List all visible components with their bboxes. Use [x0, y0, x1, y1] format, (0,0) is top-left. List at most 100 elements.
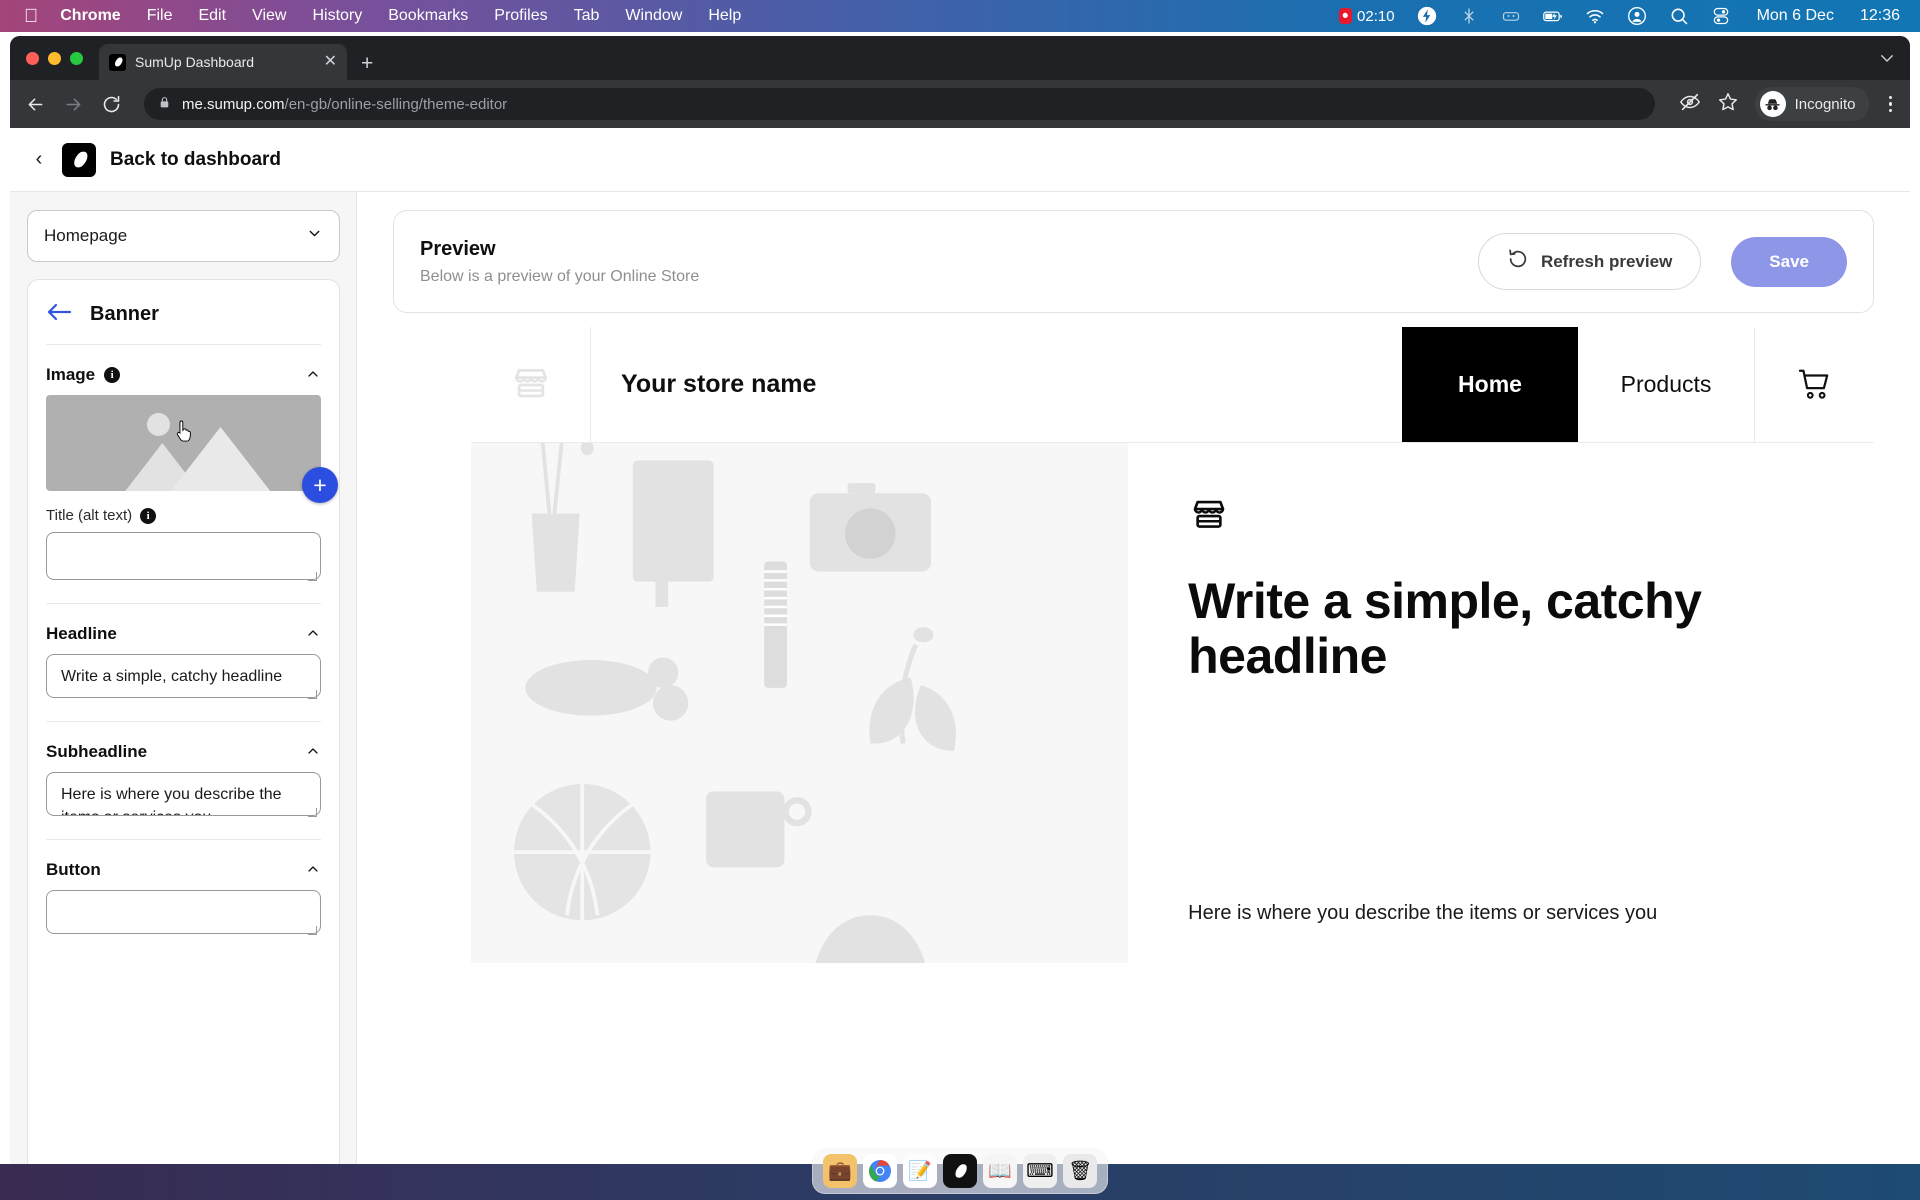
page-select-dropdown[interactable]: Homepage	[27, 210, 340, 262]
section-button-header[interactable]: Button	[46, 854, 321, 890]
reload-icon[interactable]	[100, 93, 122, 115]
lock-icon	[158, 96, 171, 113]
refresh-preview-button[interactable]: Refresh preview	[1477, 233, 1702, 290]
add-image-button[interactable]: +	[302, 467, 338, 503]
trash-icon[interactable]: 🗑	[1063, 1154, 1097, 1188]
kebab-menu-icon[interactable]	[1885, 95, 1897, 113]
info-icon[interactable]: i	[104, 367, 121, 383]
apple-icon[interactable]: 	[24, 7, 38, 26]
page-title[interactable]: Back to dashboard	[110, 149, 281, 171]
arrow-left-icon[interactable]	[24, 93, 46, 115]
menu-item-window[interactable]: Window	[625, 7, 682, 25]
minimize-window-button[interactable]	[48, 51, 61, 65]
sumup-logo-icon[interactable]	[62, 142, 96, 177]
arrow-left-icon[interactable]	[46, 302, 72, 326]
close-window-button[interactable]	[26, 51, 39, 65]
keyboard-icon[interactable]: ⌨	[1023, 1154, 1057, 1188]
mountain-placeholder-icon	[125, 427, 271, 491]
menu-item-profiles[interactable]: Profiles	[494, 7, 547, 25]
info-icon[interactable]: i	[140, 507, 157, 524]
window-controls[interactable]	[26, 36, 99, 80]
alt-text-input[interactable]	[46, 532, 321, 580]
finder-icon[interactable]: 💼	[823, 1154, 857, 1188]
book-icon[interactable]: 📖	[983, 1154, 1017, 1188]
store-preview: Your store name Home Products Write a si…	[393, 327, 1874, 963]
chevron-up-icon[interactable]	[305, 743, 321, 762]
record-icon: ⏺	[1338, 8, 1353, 24]
refresh-ccw-icon	[1507, 248, 1529, 275]
bluetooth-off-icon[interactable]	[1459, 6, 1479, 26]
store-tab-home[interactable]: Home	[1402, 327, 1578, 442]
section-image-header[interactable]: Image i	[46, 359, 321, 395]
chrome-window: SumUp Dashboard ✕ + me.sumup.com/en-gb/o…	[10, 36, 1910, 1200]
store-name: Your store name	[621, 370, 817, 398]
preview-texts: Preview Below is a preview of your Onlin…	[420, 238, 1458, 286]
preview-toolbar-card: Preview Below is a preview of your Onlin…	[393, 210, 1874, 313]
menu-item-edit[interactable]: Edit	[198, 7, 226, 25]
maximize-window-button[interactable]	[70, 51, 83, 65]
profile-chip[interactable]: Incognito	[1754, 87, 1869, 121]
close-icon[interactable]: ✕	[324, 54, 337, 70]
menu-item-tab[interactable]: Tab	[574, 7, 600, 25]
app-header: ‹ Back to dashboard	[10, 128, 1910, 192]
button-input-wrapper	[46, 890, 321, 939]
store-tab-products[interactable]: Products	[1578, 327, 1754, 442]
store-logo	[471, 327, 591, 442]
menubar-time[interactable]: 12:36	[1856, 7, 1900, 25]
alt-text-label: Title (alt text) i	[46, 507, 321, 524]
search-icon[interactable]	[1669, 6, 1689, 26]
chevron-down-icon[interactable]	[1878, 49, 1896, 72]
page-viewport: ‹ Back to dashboard Homepage Banner Imag…	[10, 128, 1910, 1200]
dots-icon[interactable]	[1501, 6, 1521, 26]
image-dropzone[interactable]	[46, 395, 321, 491]
url-host: me.sumup.com	[182, 95, 285, 113]
chevron-up-icon[interactable]	[305, 625, 321, 644]
menubar-date[interactable]: Mon 6 Dec	[1753, 7, 1834, 25]
menu-item-history[interactable]: History	[312, 7, 362, 25]
save-button[interactable]: Save	[1731, 236, 1847, 287]
chevron-up-icon[interactable]	[305, 861, 321, 880]
menu-item-chrome[interactable]: Chrome	[60, 7, 120, 25]
chevron-up-icon[interactable]	[305, 366, 321, 385]
subheadline-input-wrapper	[46, 772, 321, 821]
notes-icon[interactable]: 📝	[903, 1154, 937, 1188]
menu-item-file[interactable]: File	[147, 7, 173, 25]
preview-column: Preview Below is a preview of your Onlin…	[357, 192, 1910, 1200]
section-button-label: Button	[46, 860, 101, 879]
plus-icon[interactable]: +	[361, 53, 373, 74]
alt-text-label-text: Title (alt text)	[46, 507, 133, 524]
shopping-cart-icon[interactable]	[1754, 327, 1874, 442]
alt-text-input-wrapper	[46, 532, 321, 585]
bolt-icon[interactable]	[1417, 6, 1437, 26]
button-input[interactable]	[46, 890, 321, 934]
panel-header: Banner	[46, 280, 321, 344]
menu-item-view[interactable]: View	[252, 7, 286, 25]
sumup-logo-icon	[109, 53, 126, 71]
screen-recording-indicator[interactable]: ⏺ 02:10	[1338, 7, 1395, 25]
section-subheadline: Subheadline	[46, 722, 321, 840]
storefront-icon	[514, 368, 547, 397]
toolbar-icon-group: Incognito	[1679, 87, 1896, 121]
menu-item-help[interactable]: Help	[708, 7, 741, 25]
wifi-icon[interactable]	[1585, 6, 1605, 26]
star-icon[interactable]	[1717, 91, 1739, 118]
chevron-left-icon[interactable]: ‹	[30, 148, 48, 171]
menu-item-bookmarks[interactable]: Bookmarks	[388, 7, 468, 25]
sumup-icon[interactable]	[943, 1154, 977, 1188]
section-subheadline-header[interactable]: Subheadline	[46, 736, 321, 772]
browser-tab[interactable]: SumUp Dashboard ✕	[99, 44, 347, 80]
chrome-icon[interactable]	[863, 1154, 897, 1188]
recording-time: 02:10	[1357, 7, 1395, 25]
control-center-icon[interactable]	[1711, 6, 1731, 26]
headline-input[interactable]	[46, 654, 321, 698]
battery-charging-icon[interactable]	[1542, 6, 1563, 26]
arrow-right-icon[interactable]	[62, 93, 84, 115]
browser-toolbar: me.sumup.com/en-gb/online-selling/theme-…	[10, 80, 1910, 128]
section-image: Image i + Title (alt text) i	[46, 345, 338, 604]
section-headline-header[interactable]: Headline	[46, 618, 321, 654]
address-bar[interactable]: me.sumup.com/en-gb/online-selling/theme-…	[144, 88, 1655, 120]
subheadline-input[interactable]	[46, 772, 321, 816]
eye-off-icon[interactable]	[1679, 91, 1701, 118]
user-circle-icon[interactable]	[1627, 6, 1647, 26]
editor-layout: Homepage Banner Image i + Title (alt tex…	[10, 192, 1910, 1200]
